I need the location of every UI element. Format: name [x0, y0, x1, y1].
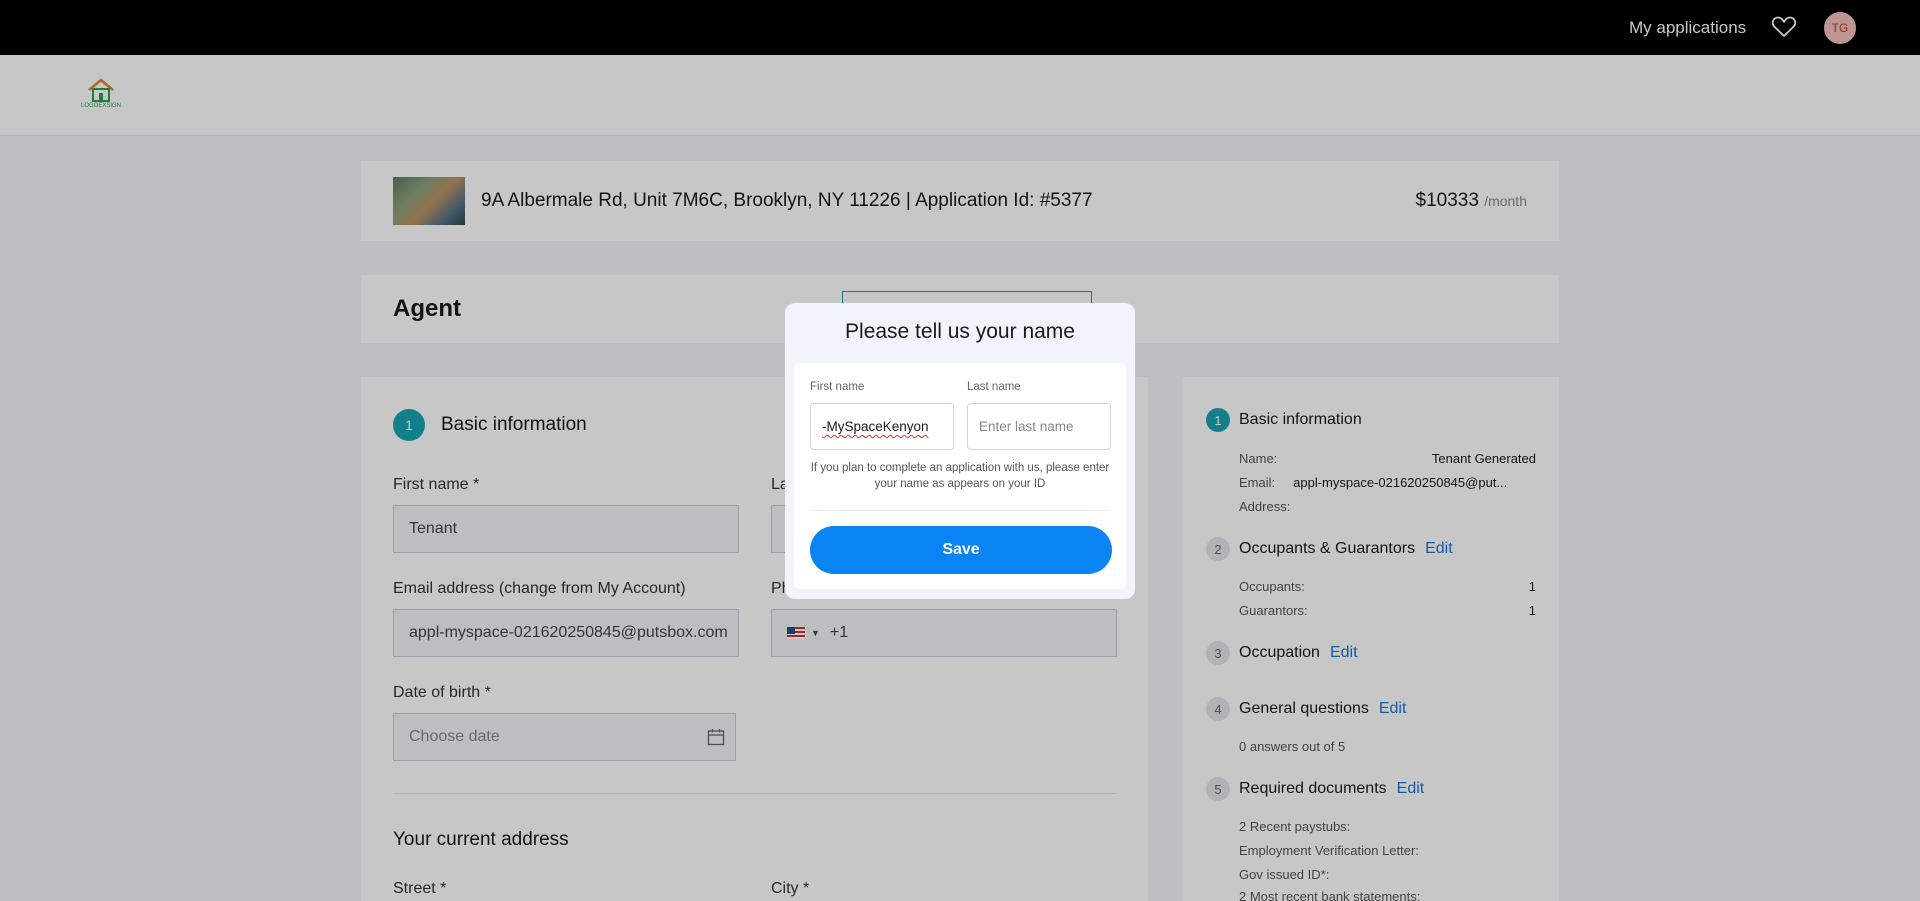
modal-divider — [810, 510, 1110, 511]
modal-last-name-input[interactable]: Enter last name — [967, 403, 1111, 450]
modal-body: First name Last name -MySpaceKenyon Ente… — [794, 363, 1126, 589]
first-name-value: -MySpaceKenyon — [822, 419, 929, 434]
modal-title: Please tell us your name — [845, 320, 1075, 343]
modal-first-name-input[interactable]: -MySpaceKenyon — [810, 403, 954, 450]
modal-last-name-label: Last name — [967, 381, 1021, 393]
modal-note: If you plan to complete an application w… — [810, 462, 1110, 490]
name-modal: Please tell us your name First name Last… — [785, 303, 1135, 599]
modal-first-name-label: First name — [810, 381, 865, 393]
save-button[interactable]: Save — [810, 526, 1112, 574]
